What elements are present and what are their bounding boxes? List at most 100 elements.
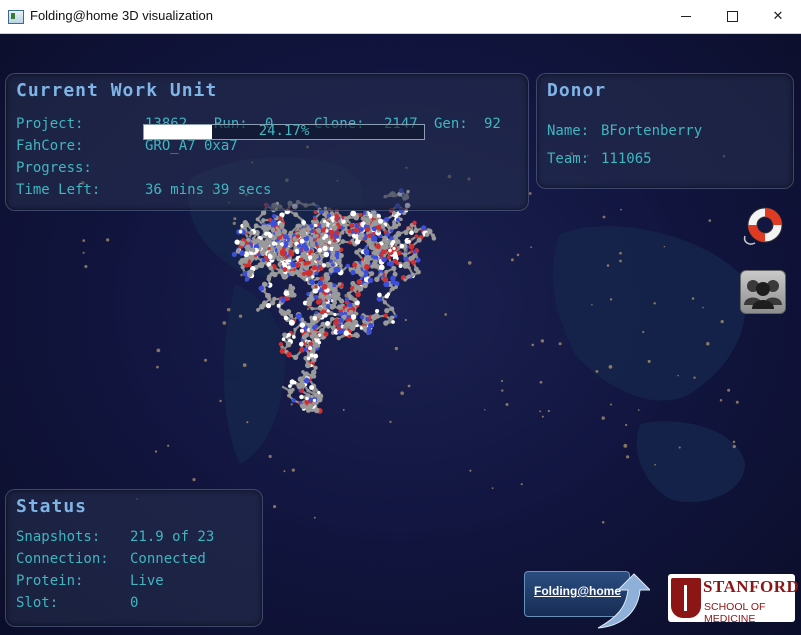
molecule-atom (243, 272, 248, 277)
molecule-atom (254, 256, 258, 261)
molecule-atom (270, 227, 276, 233)
molecule-atom (321, 263, 326, 268)
molecule-atom (332, 224, 338, 231)
molecule-atom (362, 282, 368, 289)
molecule-atom (390, 286, 396, 291)
close-button[interactable] (755, 0, 801, 33)
molecule-atom (424, 232, 430, 237)
molecule-atom (392, 246, 396, 251)
molecule-atom (271, 241, 277, 246)
minimize-button[interactable] (663, 0, 709, 33)
maximize-button[interactable] (709, 0, 755, 33)
molecule-atom (366, 326, 372, 331)
molecule-atom (295, 269, 300, 274)
molecule-atom (355, 291, 361, 298)
molecule-atom (248, 230, 254, 236)
lifebuoy-icon[interactable] (741, 206, 785, 246)
molecule-atom (365, 254, 371, 261)
molecule-atom (334, 216, 339, 221)
donor-panel: Donor Name: BFortenberry Team: 111065 (536, 73, 794, 189)
people-group-icon[interactable] (740, 270, 786, 314)
status-panel: Status Snapshots: 21.9 of 23 Connection:… (5, 489, 263, 627)
molecule-atom (306, 393, 311, 398)
molecule-atom (288, 319, 295, 326)
molecule-atom (293, 327, 297, 332)
molecule-atom (315, 276, 320, 281)
molecule-atom (318, 328, 325, 334)
molecule-atom (374, 276, 380, 283)
molecule-atom (381, 256, 387, 263)
molecule-atom (276, 303, 281, 308)
molecule-atom (302, 231, 307, 236)
molecule-atom (245, 222, 250, 227)
molecule-atom (431, 233, 436, 238)
molecule-atom (266, 276, 272, 282)
molecule-atom (318, 252, 322, 256)
folding-at-home-logo[interactable]: Folding@home (524, 568, 650, 630)
molecule-atom (373, 263, 379, 269)
molecule-atom (353, 227, 360, 233)
molecule-atom (299, 328, 305, 333)
molecule-atom (403, 252, 408, 257)
molecule-atom (341, 219, 346, 224)
molecule-atom (410, 272, 415, 277)
molecule-atom (266, 225, 271, 231)
molecule-atom (346, 291, 351, 296)
molecule-atom (413, 227, 419, 234)
snapshots-label: Snapshots: (16, 529, 101, 545)
molecule-atom (264, 231, 269, 236)
molecule-atom (302, 244, 309, 251)
molecule-atom (385, 232, 391, 237)
molecule-atom (392, 223, 399, 229)
stanford-seal-icon (671, 578, 701, 618)
molecule-atom (347, 228, 353, 234)
app-icon (8, 10, 24, 24)
molecule-atom (331, 287, 338, 293)
molecule-atom (288, 384, 292, 388)
molecule-atom (353, 297, 358, 302)
molecule-atom (420, 225, 427, 231)
molecule-atom (381, 244, 388, 250)
molecule-atom (281, 337, 286, 342)
molecule-atom (293, 212, 299, 218)
molecule-atom (316, 228, 322, 234)
molecule-atom (332, 295, 338, 302)
molecule-atom (300, 403, 306, 410)
molecule-atom (314, 334, 319, 339)
molecule-atom (281, 228, 288, 235)
molecule-atom (406, 274, 411, 279)
molecule-atom (371, 226, 377, 232)
molecule-atom (360, 276, 364, 280)
molecule-atom (267, 297, 272, 302)
molecule-atom (287, 393, 291, 398)
molecule-atom (374, 248, 380, 254)
visualization-viewport[interactable]: Current Work Unit Project: 13862 Run: 0 … (0, 34, 801, 635)
molecule-atom (329, 246, 334, 252)
molecule-atom (306, 301, 312, 307)
molecule-atom (291, 387, 295, 392)
molecule-atom (383, 320, 389, 326)
molecule-atom (312, 342, 319, 349)
molecule-atom (345, 263, 350, 269)
molecule-atom (336, 335, 341, 341)
team-value: 111065 (601, 151, 652, 167)
molecule-atom (409, 230, 414, 236)
molecule-atom (303, 371, 309, 377)
molecule-atom (325, 304, 331, 309)
molecule-atom (280, 297, 287, 303)
molecule-atom (313, 365, 318, 370)
molecule-atom (268, 265, 274, 271)
molecule-atom (334, 252, 340, 258)
molecule-atom (231, 251, 237, 257)
molecule-atom (322, 219, 327, 224)
molecule-atom (304, 362, 311, 369)
window-title: Folding@home 3D visualization (30, 8, 214, 23)
molecule-atom (292, 335, 296, 339)
connection-value: Connected (130, 551, 206, 567)
molecule-atom (290, 261, 297, 268)
molecule-atom (314, 285, 318, 289)
molecule-atom (370, 245, 376, 251)
molecule-atom (383, 313, 388, 318)
molecule-atom (270, 219, 277, 225)
molecule-atom (410, 249, 414, 254)
